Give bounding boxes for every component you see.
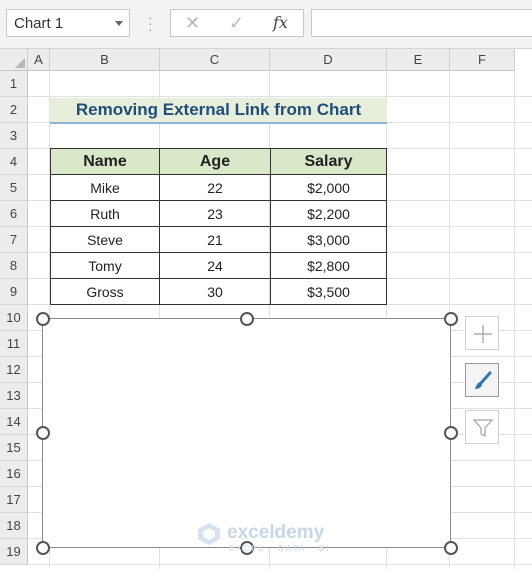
resize-handle-top[interactable]	[240, 312, 254, 326]
row-header-2[interactable]: 2	[0, 97, 28, 123]
resize-handle-top-right[interactable]	[444, 312, 458, 326]
more-dots-icon: · · ·	[148, 9, 153, 37]
row-header-13[interactable]: 13	[0, 383, 28, 409]
exceldemy-logo-icon	[198, 523, 220, 545]
row-header-4[interactable]: 4	[0, 149, 28, 175]
watermark-tagline: EXCEL · DATA · BI	[229, 544, 331, 553]
cancel-icon[interactable]: ✕	[185, 13, 200, 34]
table-cell[interactable]: 30	[159, 278, 271, 305]
row-header-17[interactable]: 17	[0, 487, 28, 513]
table-row: Gross 30 $3,500	[50, 278, 387, 305]
formula-input[interactable]	[311, 9, 532, 37]
column-header-e[interactable]: E	[387, 49, 450, 71]
exceldemy-watermark: exceldemy EXCEL · DATA · BI	[197, 522, 337, 554]
table-cell[interactable]: Gross	[50, 278, 160, 305]
row-header-7[interactable]: 7	[0, 227, 28, 253]
table-cell[interactable]: 22	[159, 174, 271, 201]
table-cell[interactable]: 23	[159, 200, 271, 227]
table-row: Ruth 23 $2,200	[50, 200, 387, 227]
header-cell-name[interactable]: Name	[50, 148, 160, 175]
chart-elements-button[interactable]	[465, 316, 499, 350]
gridline	[28, 96, 532, 97]
formula-buttons: ✕ ✓ fx	[170, 9, 304, 37]
watermark-name: exceldemy	[227, 522, 325, 543]
row-header-11[interactable]: 11	[0, 331, 28, 357]
row-header-5[interactable]: 5	[0, 175, 28, 201]
table-cell[interactable]: $2,200	[270, 200, 387, 227]
row-header-15[interactable]: 15	[0, 435, 28, 461]
name-box-value: Chart 1	[14, 15, 64, 32]
column-header-d[interactable]: D	[270, 49, 387, 71]
table-cell[interactable]: Mike	[50, 174, 160, 201]
table-row: Steve 21 $3,000	[50, 226, 387, 253]
table-row: Tomy 24 $2,800	[50, 252, 387, 279]
table-cell[interactable]: $3,500	[270, 278, 387, 305]
column-header-c[interactable]: C	[160, 49, 270, 71]
resize-handle-top-left[interactable]	[36, 312, 50, 326]
row-header-14[interactable]: 14	[0, 409, 28, 435]
row-header-6[interactable]: 6	[0, 201, 28, 227]
chart-area[interactable]	[42, 318, 451, 548]
table-cell[interactable]: Ruth	[50, 200, 160, 227]
row-header-9[interactable]: 9	[0, 279, 28, 305]
formula-bar: Chart 1 · · · ✕ ✓ fx	[0, 0, 532, 49]
header-cell-age[interactable]: Age	[159, 148, 271, 175]
table-cell[interactable]: 24	[159, 252, 271, 279]
table-cell[interactable]: Tomy	[50, 252, 160, 279]
column-header-f[interactable]: F	[450, 49, 515, 71]
resize-handle-bottom-right[interactable]	[444, 541, 458, 555]
name-box[interactable]: Chart 1	[6, 9, 130, 37]
gridline	[28, 564, 532, 565]
select-all-button[interactable]	[0, 49, 28, 71]
table-cell[interactable]: $2,800	[270, 252, 387, 279]
row-header-12[interactable]: 12	[0, 357, 28, 383]
header-cell-salary[interactable]: Salary	[270, 148, 387, 175]
table-cell[interactable]: $3,000	[270, 226, 387, 253]
row-header-8[interactable]: 8	[0, 253, 28, 279]
chart-filters-button[interactable]	[465, 410, 499, 444]
row-header-16[interactable]: 16	[0, 461, 28, 487]
row-header-18[interactable]: 18	[0, 513, 28, 539]
table-header-row: Name Age Salary	[50, 148, 387, 175]
row-header-3[interactable]: 3	[0, 123, 28, 149]
column-header-a[interactable]: A	[28, 49, 50, 71]
row-header-1[interactable]: 1	[0, 71, 28, 97]
brush-icon	[475, 371, 492, 389]
funnel-icon	[472, 419, 494, 438]
chart-styles-button[interactable]	[465, 363, 499, 397]
table-cell[interactable]: Steve	[50, 226, 160, 253]
data-table: Name Age Salary Mike 22 $2,000 Ruth 23 $…	[50, 148, 387, 305]
chevron-down-icon[interactable]	[115, 21, 123, 26]
row-header-10[interactable]: 10	[0, 305, 28, 331]
table-row: Mike 22 $2,000	[50, 174, 387, 201]
worksheet-grid: A B C D E F 1 2 3 4 5 6 7 8 9 10 11 12 1…	[0, 49, 532, 569]
resize-handle-bottom-left[interactable]	[36, 541, 50, 555]
table-cell[interactable]: $2,000	[270, 174, 387, 201]
gridline	[514, 71, 515, 569]
row-header-19[interactable]: 19	[0, 539, 28, 565]
resize-handle-right[interactable]	[444, 426, 458, 440]
insert-function-icon[interactable]: fx	[273, 13, 288, 32]
enter-icon[interactable]: ✓	[229, 13, 244, 34]
plus-icon	[474, 325, 492, 343]
sheet-title[interactable]: Removing External Link from Chart	[50, 98, 387, 124]
table-cell[interactable]: 21	[159, 226, 271, 253]
column-header-b[interactable]: B	[50, 49, 160, 71]
resize-handle-left[interactable]	[36, 426, 50, 440]
